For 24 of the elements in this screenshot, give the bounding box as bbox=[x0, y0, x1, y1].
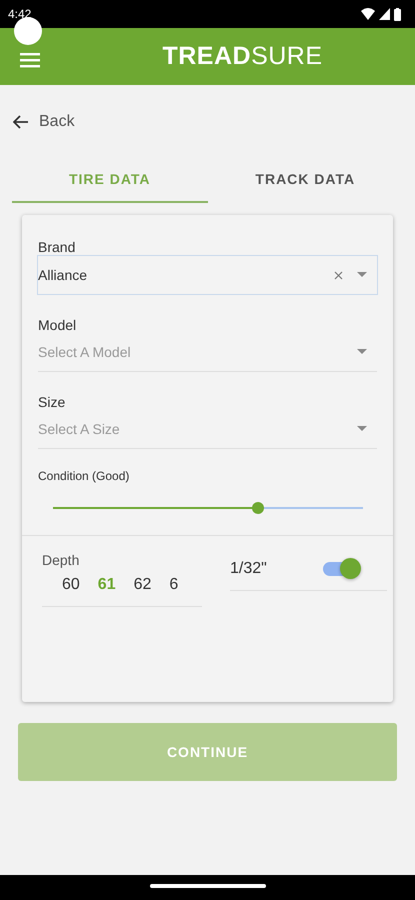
dropdown-caret-icon bbox=[357, 426, 367, 432]
signal-icon bbox=[379, 8, 390, 20]
depth-label: Depth bbox=[42, 552, 80, 568]
back-arrow-icon bbox=[13, 115, 29, 129]
dropdown-caret-icon bbox=[357, 272, 367, 278]
depth-option[interactable]: 62 bbox=[134, 576, 152, 594]
touch-indicator bbox=[14, 17, 42, 45]
menu-icon[interactable] bbox=[20, 52, 40, 68]
select-field[interactable]: Alliance bbox=[37, 255, 378, 295]
field-label: Size bbox=[38, 394, 66, 410]
field-label: Model bbox=[38, 317, 78, 333]
app-logo: TREADSURE bbox=[161, 42, 324, 71]
unit-label: 1/32" bbox=[230, 560, 267, 578]
back-button[interactable]: Back bbox=[13, 113, 75, 131]
dropdown-caret-icon bbox=[357, 349, 367, 355]
depth-option[interactable]: 6 bbox=[169, 576, 178, 594]
battery-icon bbox=[394, 8, 401, 20]
clear-icon[interactable] bbox=[334, 270, 343, 280]
condition-label: Condition (Good) bbox=[38, 469, 130, 483]
home-handle[interactable] bbox=[150, 884, 266, 888]
tab[interactable]: TRACK DATA bbox=[208, 167, 403, 203]
field-label: Brand bbox=[38, 239, 76, 255]
wifi-icon bbox=[361, 8, 375, 20]
depth-option[interactable]: 60 bbox=[62, 576, 80, 594]
